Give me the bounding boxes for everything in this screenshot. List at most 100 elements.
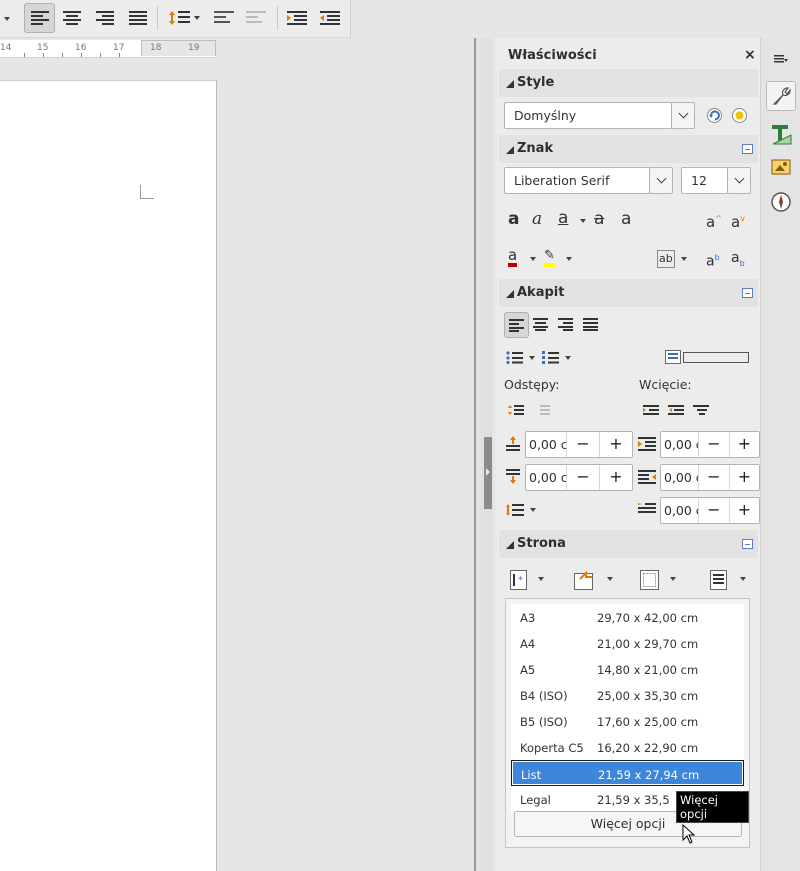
line-spacing-button[interactable] <box>163 3 205 33</box>
panel-header-paragraph[interactable]: Akapit <box>499 279 758 307</box>
page-size-icon[interactable] <box>574 570 596 590</box>
page-margins-icon[interactable] <box>640 570 660 590</box>
margins-dropdown-arrow-icon[interactable] <box>670 577 676 581</box>
spinbox-value[interactable]: 0,00 c <box>526 432 566 457</box>
panel-header-character[interactable]: Znak <box>499 135 758 163</box>
dropdown-arrow-icon[interactable] <box>4 17 10 21</box>
decrease-indent-button[interactable] <box>316 3 344 33</box>
list-item[interactable]: A4 21,00 x 29,70 cm <box>511 630 744 656</box>
line-spacing-dropdown-arrow-icon[interactable] <box>530 508 536 512</box>
italic-icon[interactable]: a <box>532 211 542 228</box>
list-item[interactable]: A3 29,70 x 42,00 cm <box>511 604 744 630</box>
spinbox-value[interactable]: 0,00 c <box>661 498 698 523</box>
strikethrough-icon[interactable]: a <box>594 211 604 228</box>
character-spacing-icon[interactable]: ab <box>657 250 675 268</box>
font-size-combobox[interactable]: 12 <box>681 167 728 194</box>
collapse-sidebar-handle[interactable] <box>484 437 492 509</box>
document-area[interactable]: 14 15 16 17 18 19 <box>0 38 473 871</box>
list-item[interactable]: Koperta C5 16,20 x 22,90 cm <box>511 734 744 760</box>
highlight-icon[interactable]: ✎ <box>544 249 555 267</box>
spinbox-value[interactable]: 0,00 c <box>661 432 698 457</box>
columns-dropdown-arrow-icon[interactable] <box>740 577 746 581</box>
justify-icon[interactable] <box>583 318 599 331</box>
decrement-button[interactable]: − <box>566 432 599 457</box>
below-spacing-spinbox[interactable]: 0,00 c − + <box>525 464 633 491</box>
numbered-list-icon[interactable] <box>542 351 560 364</box>
increment-button[interactable]: + <box>728 432 759 457</box>
page-columns-icon[interactable] <box>710 570 728 590</box>
font-name-combobox[interactable]: Liberation Serif <box>504 167 650 194</box>
spinbox-value[interactable]: 0,00 c <box>526 465 566 490</box>
before-text-indent-spinbox[interactable]: 0,00 c − + <box>660 431 760 458</box>
close-sidebar-button[interactable]: × <box>744 47 756 63</box>
shadow-icon[interactable]: a <box>621 211 631 228</box>
sidebar-menu-button[interactable] <box>766 44 796 74</box>
subscript-icon[interactable]: ab <box>731 250 745 272</box>
numbering-dropdown-arrow-icon[interactable] <box>565 356 571 360</box>
increase-font-size-icon[interactable]: a^ <box>706 211 722 230</box>
page-size-list[interactable]: A3 29,70 x 42,00 cm A4 21,00 x 29,70 cm A5… <box>511 604 744 812</box>
new-style-icon[interactable] <box>731 107 748 124</box>
decrease-paragraph-spacing-button[interactable] <box>242 3 270 33</box>
increase-indent-button[interactable] <box>283 3 311 33</box>
tab-navigator[interactable] <box>766 187 796 217</box>
paragraph-style-combobox[interactable]: Domyślny <box>504 102 672 129</box>
align-right-icon[interactable] <box>558 318 574 331</box>
highlight-dropdown-arrow-icon[interactable] <box>566 257 572 261</box>
align-center-button[interactable] <box>58 3 86 33</box>
increment-button[interactable]: + <box>728 498 759 523</box>
panel-header-page[interactable]: Strona <box>499 530 758 558</box>
align-center-icon[interactable] <box>533 318 549 331</box>
increment-button[interactable]: + <box>599 465 632 490</box>
align-left-button[interactable] <box>24 3 55 33</box>
hanging-indent-icon[interactable] <box>693 404 709 416</box>
background-color-swatch[interactable] <box>683 352 749 363</box>
update-style-icon[interactable] <box>706 107 723 124</box>
font-color-icon[interactable]: a <box>508 248 518 267</box>
list-item-selected[interactable]: List 21,59 x 27,94 cm <box>511 760 744 786</box>
spinbox-value[interactable]: 0,00 c <box>661 465 698 490</box>
list-item[interactable]: A5 14,80 x 21,00 cm <box>511 656 744 682</box>
decrement-button[interactable]: − <box>698 498 728 523</box>
after-text-indent-spinbox[interactable]: 0,00 c − + <box>660 464 760 491</box>
align-right-button[interactable] <box>91 3 119 33</box>
font-size-dropdown-button[interactable] <box>727 167 751 194</box>
bold-icon[interactable]: a <box>508 211 519 228</box>
justify-button[interactable] <box>124 3 152 33</box>
paragraph-background-icon[interactable] <box>665 350 681 364</box>
bullet-list-icon[interactable] <box>506 351 524 364</box>
style-dropdown-button[interactable] <box>671 102 695 129</box>
spacing-dropdown-arrow-icon[interactable] <box>681 257 687 261</box>
page-orientation-icon[interactable]: * <box>510 570 528 590</box>
increase-spacing-icon[interactable] <box>508 404 524 416</box>
decrease-indent-icon[interactable] <box>668 404 684 416</box>
decrement-button[interactable]: − <box>698 465 728 490</box>
above-spacing-spinbox[interactable]: 0,00 c − + <box>525 431 633 458</box>
tab-gallery[interactable] <box>766 152 796 182</box>
underline-icon[interactable]: a <box>558 210 568 227</box>
panel-header-style[interactable]: Style <box>499 69 758 97</box>
more-options-icon[interactable] <box>742 144 753 154</box>
document-page[interactable] <box>0 80 217 871</box>
increment-button[interactable]: + <box>728 465 759 490</box>
orientation-dropdown-arrow-icon[interactable] <box>538 577 544 581</box>
underline-dropdown-arrow-icon[interactable] <box>580 219 586 223</box>
decrement-button[interactable]: − <box>698 432 728 457</box>
tab-properties[interactable] <box>766 81 796 111</box>
font-name-dropdown-button[interactable] <box>649 167 673 194</box>
line-spacing-icon[interactable] <box>506 504 524 516</box>
decrement-button[interactable]: − <box>566 465 599 490</box>
list-item[interactable]: B4 (ISO) 25,00 x 35,30 cm <box>511 682 744 708</box>
more-options-icon[interactable] <box>742 288 753 298</box>
tab-styles[interactable] <box>766 119 796 149</box>
increase-paragraph-spacing-button[interactable] <box>210 3 238 33</box>
size-dropdown-arrow-icon[interactable] <box>607 577 613 581</box>
first-line-indent-spinbox[interactable]: 0,00 c − + <box>660 497 760 524</box>
more-options-icon[interactable] <box>742 539 753 549</box>
superscript-icon[interactable]: ab <box>706 250 720 270</box>
increment-button[interactable]: + <box>599 432 632 457</box>
increase-indent-icon[interactable] <box>643 404 659 416</box>
bullet-dropdown-arrow-icon[interactable] <box>529 356 535 360</box>
font-color-dropdown-arrow-icon[interactable] <box>530 257 536 261</box>
decrease-font-size-icon[interactable]: av <box>731 211 745 230</box>
